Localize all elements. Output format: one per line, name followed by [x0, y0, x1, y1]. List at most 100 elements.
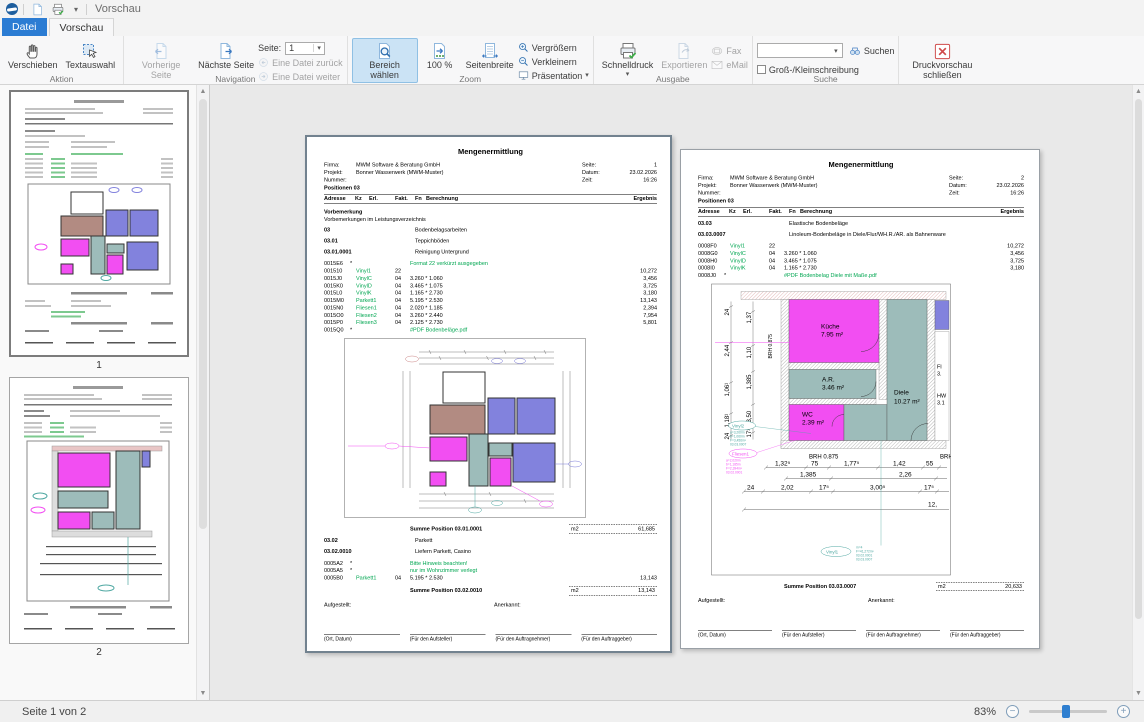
zoom-slider[interactable]	[1029, 710, 1107, 713]
room-label-ar: A.R.	[822, 376, 835, 383]
email-button[interactable]: eMail	[711, 58, 748, 71]
col-fakt: Fakt.	[395, 195, 415, 202]
cell-ergebnis	[607, 260, 657, 267]
group-navigation: Vorherige Seite Nächste Seite Seite: 1 ▾	[124, 36, 348, 84]
preview-scroll-down-icon[interactable]: ▼	[1133, 687, 1144, 700]
calc-row: 0008J0 * #PDF Bodenbelag Diele mit Maße.…	[698, 272, 1024, 279]
cell-berechnung: 2.125 * 2.730	[410, 319, 607, 326]
col-berechnung: Berechnung	[800, 208, 974, 215]
sum-label: Summe Position 03.01.0001	[410, 525, 482, 532]
section-desc: Teppichböden	[415, 237, 657, 244]
vergroessern-button[interactable]: Vergrößern	[518, 41, 589, 54]
bubble-vinyl1-line: 03.03.0007	[856, 557, 872, 561]
cell-fn	[395, 260, 410, 267]
thumbnail-page-2[interactable]	[9, 377, 189, 644]
cell-berechnung: 3.260 * 1.060	[410, 275, 607, 282]
druckvorschau-schliessen-button[interactable]: Druckvorschau schließen	[903, 38, 981, 83]
floor-plan-2-drawing: Küche 7.95 m² A.R. 3.46 m² WC 2.39 m² Di…	[711, 283, 951, 575]
ribbon-tabs: Datei Vorschau	[0, 18, 1144, 36]
zoom-slider-thumb[interactable]	[1062, 705, 1070, 718]
hundert-prozent-button[interactable]: 100 %	[418, 38, 462, 74]
cell-fn: 04	[395, 304, 410, 311]
cell-berechnung: 3.465 * 1.075	[410, 282, 607, 289]
cell-berechnung: 3.260 * 2.440	[410, 312, 607, 319]
section-code: 03.01	[324, 237, 415, 244]
dim-bottom: 17⁵	[819, 484, 829, 491]
titlebar-separator-2	[86, 4, 87, 15]
table-header: Adresse Kz Erl. Fakt. Fn Berechnung Erge…	[698, 207, 1024, 216]
checkbox-icon[interactable]	[757, 65, 766, 74]
textauswahl-button[interactable]: Textauswahl	[62, 38, 120, 74]
bubble-vinyl1: Vinyl1	[826, 549, 839, 554]
signature-field: (Für den Auftraggeber)	[581, 635, 657, 643]
textauswahl-label: Textauswahl	[66, 61, 116, 71]
cell-erl: Parkett1	[356, 297, 395, 304]
cell-fn: 04	[769, 250, 784, 257]
qat-document-icon[interactable]	[29, 2, 45, 17]
sidebar-scrollbar[interactable]: ▲ ▼	[196, 85, 209, 700]
signature-field: (Ort, Datum)	[698, 631, 772, 639]
thumbnail-page-1[interactable]	[9, 90, 189, 357]
tab-vorschau[interactable]: Vorschau	[49, 18, 115, 36]
search-combobox[interactable]: ▾	[757, 43, 843, 58]
cell-fn	[395, 560, 410, 567]
fax-button[interactable]: Fax	[711, 44, 748, 57]
sidebar-scroll-up-icon[interactable]: ▲	[197, 85, 209, 98]
qat-print-icon[interactable]	[50, 2, 66, 17]
calc-row: 0008I0 VinylK 04 1.165 * 2.730 3,180	[698, 265, 1024, 272]
zoom-in-button[interactable]: +	[1117, 705, 1130, 718]
sidebar-scroll-thumb[interactable]	[199, 99, 207, 529]
cell-fn: 22	[395, 268, 410, 275]
export-icon	[675, 41, 693, 61]
sum-unit: m2	[938, 583, 946, 590]
tab-datei[interactable]: Datei	[2, 18, 47, 36]
eine-datei-zurueck-button[interactable]: Eine Datei zurück	[258, 56, 343, 69]
preview-scroll-thumb[interactable]	[1135, 99, 1142, 619]
signature-field: (Für den Aufsteller)	[782, 631, 856, 639]
preview-scrollbar[interactable]: ▲ ▼	[1132, 85, 1144, 700]
meta-label: Nummer:	[324, 176, 356, 183]
meta-row: Projekt: Bonner Wasserwerk (MWM-Muster) …	[698, 182, 1024, 189]
page-number-input[interactable]: 1 ▾	[285, 42, 325, 55]
brh-right-label: BRH	[940, 454, 951, 460]
preview-scroll-up-icon[interactable]: ▲	[1133, 85, 1144, 98]
suchen-button[interactable]: Suchen	[849, 44, 895, 57]
exportieren-button[interactable]: Exportieren	[657, 38, 711, 74]
cell-adresse: 0008G0	[698, 250, 724, 257]
search-combobox-caret-icon[interactable]: ▾	[830, 47, 842, 55]
naechste-seite-button[interactable]: Nächste Seite	[194, 38, 258, 74]
sidebar-scroll-down-icon[interactable]: ▼	[197, 687, 209, 700]
page-spinner-caret-icon[interactable]: ▾	[313, 44, 324, 52]
sum-value: 13,143	[638, 587, 655, 594]
qat-customize-caret[interactable]: ▾	[71, 5, 81, 14]
verschieben-label: Verschieben	[8, 61, 58, 71]
col-erl: Erl.	[369, 195, 395, 202]
verkleinern-button[interactable]: Verkleinern	[518, 55, 589, 68]
dim-bottom: 55	[926, 460, 934, 467]
cell-erl: Fliesen3	[356, 319, 395, 326]
dim-left: 1,06¹	[725, 383, 731, 397]
cell-berechnung: 5.195 * 2.530	[410, 575, 607, 582]
cell-ergebnis: 2,394	[607, 304, 657, 311]
cell-fn: 04	[769, 265, 784, 272]
dim-bottom: 24	[747, 484, 755, 491]
verschieben-button[interactable]: Verschieben	[4, 38, 62, 74]
meta-value	[356, 176, 582, 183]
meta-label: Datum:	[582, 169, 612, 176]
seitenbreite-button[interactable]: Seitenbreite	[462, 38, 518, 74]
section-row: 03.03.0007 Linoleum-Bodenbeläge in Diele…	[698, 231, 1024, 238]
sum-box: m2 20,633	[936, 582, 1024, 591]
sum-row-2: Summe Position 03.02.0010 m2 13,143	[324, 586, 657, 595]
cell-adresse: 0008I0	[698, 265, 724, 272]
cell-erl	[356, 567, 395, 574]
zoom-out-button[interactable]: −	[1006, 705, 1019, 718]
schnelldruck-label: Schnelldruck	[602, 61, 654, 71]
cell-fn	[395, 567, 410, 574]
meta-label: Zeit:	[582, 176, 612, 183]
cell-adresse: 0015Q0	[324, 327, 350, 334]
sum-value: 61,685	[638, 525, 655, 532]
meta-row: Firma: MWM Software & Beratung GmbH Seit…	[324, 162, 657, 169]
cell-adresse: 0005B0	[324, 575, 350, 582]
email-label: eMail	[726, 60, 748, 70]
cell-ergebnis: 13,143	[607, 575, 657, 582]
